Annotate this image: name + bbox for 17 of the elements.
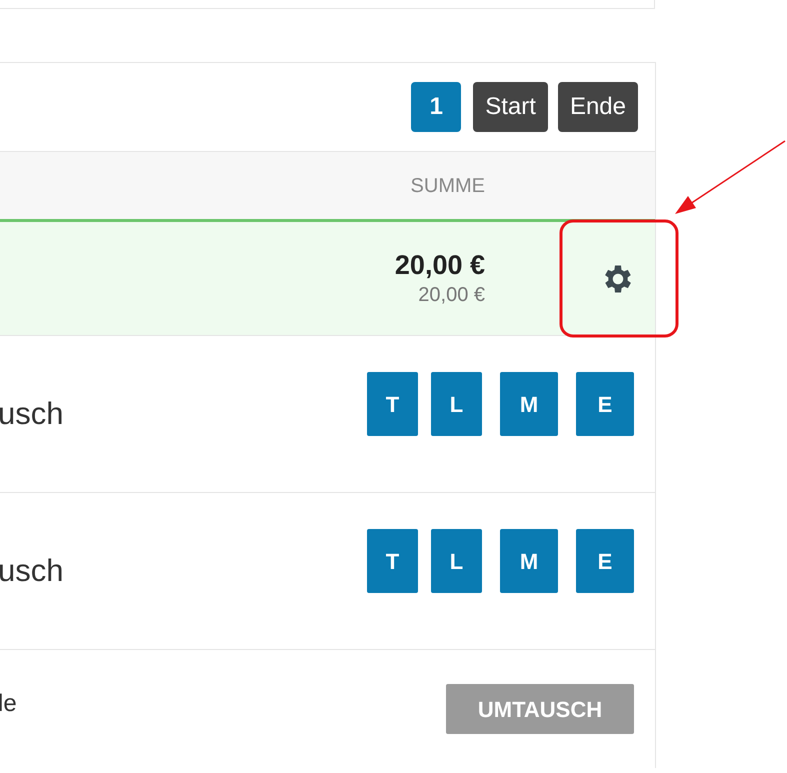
sub-amount: 20,00 € — [418, 282, 485, 308]
row-label: usch — [0, 394, 64, 433]
letter-button[interactable]: M — [500, 372, 558, 436]
letter-button[interactable]: T — [367, 372, 418, 436]
letter-button[interactable]: E — [576, 529, 634, 593]
row-label: usch — [0, 552, 64, 590]
letter-button[interactable]: M — [500, 529, 558, 593]
nav-button[interactable]: Ende — [558, 82, 638, 132]
column-header: SUMME — [410, 174, 485, 198]
letter-button[interactable]: L — [431, 372, 482, 436]
total-amount: 20,00 € — [394, 249, 485, 282]
letter-button[interactable]: L — [431, 529, 482, 593]
exchange-button[interactable]: UMTAUSCH — [446, 684, 634, 734]
page-button[interactable]: 1 — [411, 82, 462, 132]
letter-button[interactable]: E — [576, 372, 634, 436]
letter-button[interactable]: T — [367, 529, 418, 593]
nav-button[interactable]: Start — [473, 82, 548, 132]
